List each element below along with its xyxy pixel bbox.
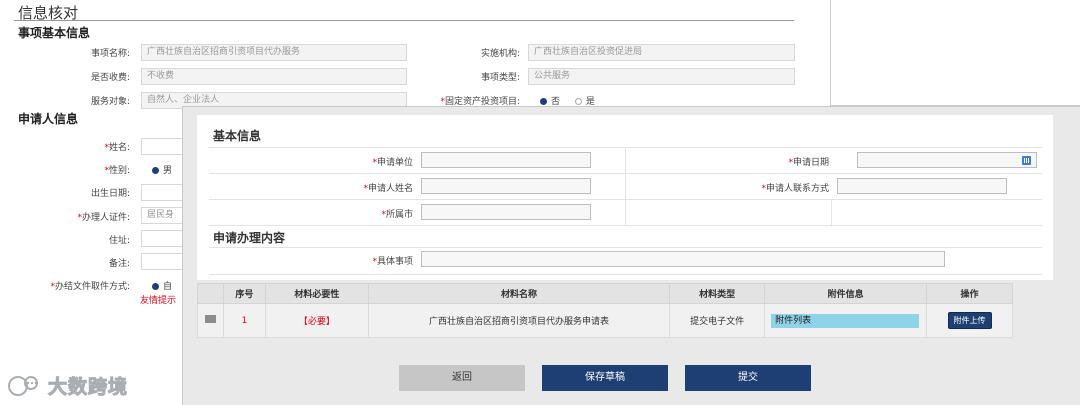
unit-input[interactable] <box>421 152 591 168</box>
name-label-text: 姓名: <box>108 143 130 153</box>
unit-label: *申请单位 <box>307 155 413 168</box>
materials-table: 序号 材料必要性 材料名称 材料类型 附件信息 操作 1 【必要】 广西壮族自治… <box>197 283 1013 338</box>
name-label: *姓名: <box>40 140 130 153</box>
contact-label: *申请人联系方式 <box>697 181 829 194</box>
applicant-name-label-text: 申请人姓名 <box>367 184 413 194</box>
address-label: 住址: <box>108 236 130 246</box>
id-type-select[interactable]: 居民身 <box>141 207 186 224</box>
column-header-checkbox <box>197 283 224 304</box>
pickup-value: 自 <box>163 282 173 292</box>
right-panel <box>830 0 1080 106</box>
gender-label-text: 性别: <box>108 166 130 176</box>
table-header-row: 序号 材料必要性 材料名称 材料类型 附件信息 操作 <box>197 283 1013 304</box>
title-divider <box>14 20 794 21</box>
row-divider <box>209 225 1042 226</box>
detail-label: *具体事项 <box>307 254 413 267</box>
item-type-label: 事项类型: <box>480 73 520 83</box>
item-name-label: 事项名称: <box>90 49 130 59</box>
warning-text: 友情提示 <box>140 296 177 306</box>
address-field[interactable] <box>141 230 186 247</box>
watermark-text: 大数跨境 <box>47 376 129 399</box>
column-header: 材料必要性 <box>264 283 369 304</box>
date-label: *申请日期 <box>717 155 829 168</box>
name-field[interactable] <box>141 138 186 155</box>
detail-input[interactable] <box>421 251 945 267</box>
row-attachment-cell: 附件列表 <box>764 303 928 338</box>
city-input[interactable] <box>421 204 591 220</box>
table-row: 1 【必要】 广西壮族自治区招商引资项目代办服务申请表 提交电子文件 附件列表 … <box>197 303 1013 338</box>
fee-field[interactable]: 不收费 <box>141 68 407 85</box>
unit-label-text: 申请单位 <box>376 158 413 168</box>
upload-attachment-button[interactable]: 附件上传 <box>947 312 992 329</box>
row-action-cell: 附件上传 <box>926 303 1013 338</box>
date-label-text: 申请日期 <box>792 158 829 168</box>
id-label: *办理人证件: <box>40 210 130 223</box>
column-header: 材料类型 <box>669 283 766 304</box>
row-divider <box>209 274 1042 275</box>
calendar-icon[interactable] <box>1022 156 1031 165</box>
agency-field[interactable]: 广西壮族自治区投资促进局 <box>528 44 795 61</box>
row-material-name: 广西壮族自治区招商引资项目代办服务申请表 <box>367 303 671 338</box>
city-label-text: 所属市 <box>385 210 413 220</box>
radio-no[interactable] <box>540 98 547 105</box>
column-header: 序号 <box>222 283 266 304</box>
note-field[interactable] <box>141 253 186 270</box>
note-label: 备注: <box>108 259 130 269</box>
column-header: 附件信息 <box>764 283 928 304</box>
gender-label: *性别: <box>40 163 130 176</box>
agency-label: 实施机构: <box>480 49 520 59</box>
item-name-field[interactable]: 广西壮族自治区招商引资项目代办服务 <box>141 44 407 61</box>
section-application-content: 申请办理内容 <box>213 231 286 245</box>
row-divider <box>209 247 1042 248</box>
pickup-radio[interactable]: 自 <box>152 279 172 292</box>
back-button[interactable]: 返回 <box>399 365 525 391</box>
birth-field[interactable] <box>141 184 186 201</box>
contact-input[interactable] <box>837 178 1007 194</box>
applicant-name-label: *申请人姓名 <box>307 181 413 194</box>
pickup-label-text: 办结文件取件方式: <box>54 282 130 292</box>
item-type-field[interactable]: 公共服务 <box>528 68 795 85</box>
column-header: 操作 <box>926 283 1013 304</box>
date-input[interactable] <box>857 152 1037 168</box>
section-basic-info: 基本信息 <box>213 129 262 143</box>
row-necessity: 【必要】 <box>264 303 369 338</box>
column-divider <box>625 147 626 225</box>
watermark: 大数跨境 <box>8 372 128 399</box>
row-index: 1 <box>222 303 266 338</box>
column-header: 材料名称 <box>367 283 671 304</box>
section-applicant-info: 申请人信息 <box>18 112 79 126</box>
applicant-name-input[interactable] <box>421 178 591 194</box>
contact-label-text: 申请人联系方式 <box>765 184 829 194</box>
id-label-text: 办理人证件: <box>81 213 130 223</box>
application-modal: 基本信息 *申请单位 *申请日期 *申请人姓名 *申请人联系方式 *所属市 申请… <box>182 106 1080 405</box>
submit-button[interactable]: 提交 <box>685 365 811 391</box>
application-form: 基本信息 *申请单位 *申请日期 *申请人姓名 *申请人联系方式 *所属市 申请… <box>197 115 1053 280</box>
column-divider <box>831 199 832 225</box>
row-select-checkbox[interactable] <box>204 315 216 323</box>
detail-label-text: 具体事项 <box>376 257 413 267</box>
section-item-basic-info: 事项基本信息 <box>18 26 91 40</box>
radio-yes[interactable] <box>574 98 582 105</box>
city-label: *所属市 <box>307 207 413 220</box>
save-draft-button[interactable]: 保存草稿 <box>542 365 668 391</box>
row-material-type: 提交电子文件 <box>669 303 766 338</box>
pickup-label: *办结文件取件方式: <box>10 279 130 292</box>
attachment-list[interactable]: 附件列表 <box>771 313 920 328</box>
birth-label: 出生日期: <box>90 189 130 199</box>
radio-pickup[interactable] <box>152 283 159 290</box>
chat-bubble-logo-icon <box>8 375 42 397</box>
row-select-cell[interactable] <box>197 303 224 338</box>
target-label: 服务对象: <box>90 97 130 107</box>
gender-radio[interactable]: 男 <box>152 163 172 176</box>
gender-value: 男 <box>163 166 173 176</box>
fee-label: 是否收费: <box>90 73 130 83</box>
radio-male[interactable] <box>152 167 159 174</box>
